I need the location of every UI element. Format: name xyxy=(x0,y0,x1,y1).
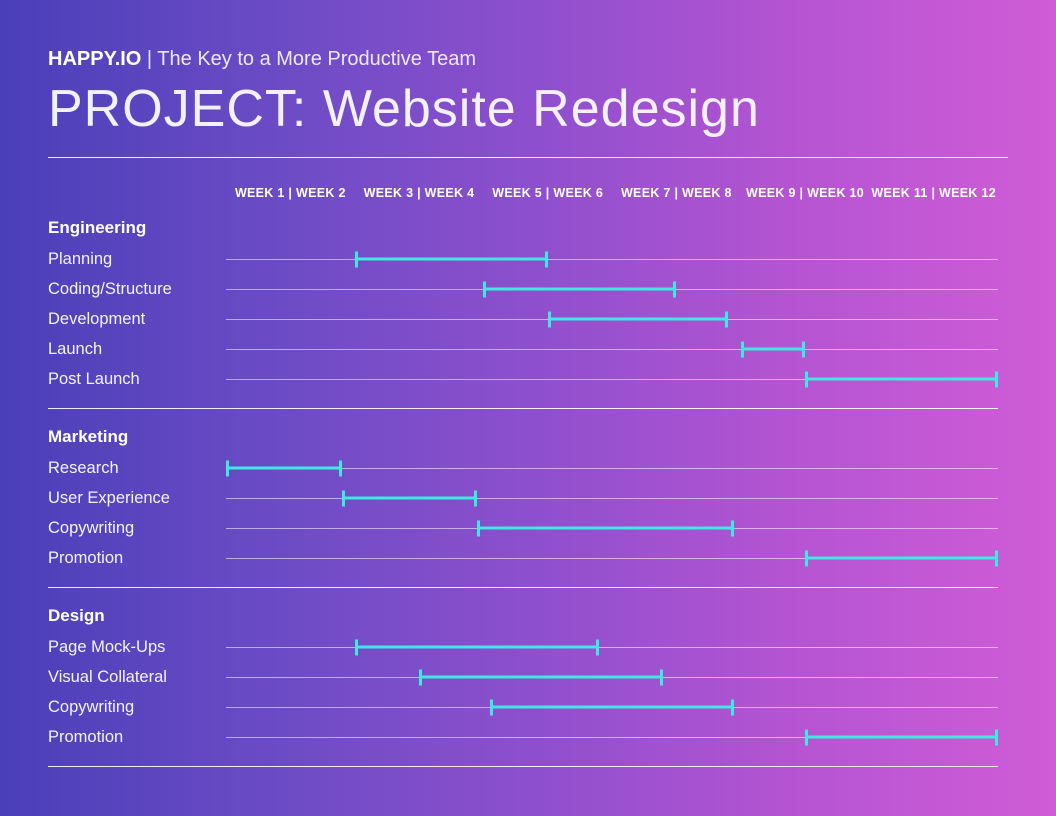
group-header: Engineering xyxy=(48,218,998,238)
group-divider xyxy=(48,766,998,767)
task-track xyxy=(226,244,998,274)
task-label: Coding/Structure xyxy=(48,280,226,299)
project-title: PROJECT: Website Redesign xyxy=(48,79,1008,139)
task-label: Launch xyxy=(48,340,226,359)
task-row: User Experience xyxy=(48,483,998,513)
task-row: Post Launch xyxy=(48,364,998,394)
task-row: Copywriting xyxy=(48,692,998,722)
track-baseline xyxy=(226,468,998,469)
project-name: Website Redesign xyxy=(323,80,760,138)
group-header: Marketing xyxy=(48,427,998,447)
gantt-bar xyxy=(805,378,998,381)
task-track xyxy=(226,543,998,573)
gantt-bar xyxy=(342,497,477,500)
task-label: User Experience xyxy=(48,489,226,508)
task-label: Promotion xyxy=(48,549,226,568)
task-label: Planning xyxy=(48,250,226,269)
task-label: Promotion xyxy=(48,728,226,747)
timeline-column: WEEK 1 | WEEK 2 xyxy=(226,186,355,200)
group-header: Design xyxy=(48,606,998,626)
gantt-bar xyxy=(477,527,734,530)
task-row: Page Mock-Ups xyxy=(48,632,998,662)
header-tagline: HAPPY.IO | The Key to a More Productive … xyxy=(48,48,1008,71)
task-label: Post Launch xyxy=(48,370,226,389)
project-label: PROJECT: xyxy=(48,80,323,138)
gantt-bar xyxy=(419,676,663,679)
gantt-bar xyxy=(805,736,998,739)
gantt-bar xyxy=(355,258,548,261)
timeline-column: WEEK 9 | WEEK 10 xyxy=(741,186,870,200)
track-baseline xyxy=(226,259,998,260)
gantt-bar xyxy=(805,557,998,560)
gantt-chart: WEEK 1 | WEEK 2WEEK 3 | WEEK 4WEEK 5 | W… xyxy=(48,186,998,767)
gantt-bar xyxy=(741,348,805,351)
task-row: Promotion xyxy=(48,722,998,752)
task-label: Visual Collateral xyxy=(48,668,226,687)
brand-name: HAPPY.IO xyxy=(48,48,141,70)
track-baseline xyxy=(226,647,998,648)
task-row: Promotion xyxy=(48,543,998,573)
gantt-bar xyxy=(226,467,342,470)
timeline-column: WEEK 3 | WEEK 4 xyxy=(355,186,484,200)
task-row: Launch xyxy=(48,334,998,364)
task-track xyxy=(226,722,998,752)
task-track xyxy=(226,274,998,304)
gantt-bar xyxy=(548,318,728,321)
task-track xyxy=(226,513,998,543)
group-divider xyxy=(48,587,998,588)
task-track xyxy=(226,632,998,662)
timeline-header: WEEK 1 | WEEK 2WEEK 3 | WEEK 4WEEK 5 | W… xyxy=(48,186,998,200)
task-row: Coding/Structure xyxy=(48,274,998,304)
task-row: Planning xyxy=(48,244,998,274)
task-label: Page Mock-Ups xyxy=(48,638,226,657)
group-divider xyxy=(48,408,998,409)
task-row: Visual Collateral xyxy=(48,662,998,692)
task-track xyxy=(226,364,998,394)
task-track xyxy=(226,692,998,722)
task-label: Copywriting xyxy=(48,519,226,538)
timeline-column: WEEK 11 | WEEK 12 xyxy=(869,186,998,200)
tagline-text: | The Key to a More Productive Team xyxy=(141,48,476,70)
track-baseline xyxy=(226,349,998,350)
gantt-bar xyxy=(490,706,734,709)
task-track xyxy=(226,304,998,334)
task-track xyxy=(226,483,998,513)
task-track xyxy=(226,453,998,483)
task-label: Copywriting xyxy=(48,698,226,717)
task-track xyxy=(226,662,998,692)
task-row: Copywriting xyxy=(48,513,998,543)
gantt-bar xyxy=(483,288,676,291)
task-row: Development xyxy=(48,304,998,334)
task-label: Research xyxy=(48,459,226,478)
title-divider xyxy=(48,157,1008,158)
gantt-bar xyxy=(355,646,599,649)
timeline-column: WEEK 7 | WEEK 8 xyxy=(612,186,741,200)
task-track xyxy=(226,334,998,364)
timeline-column: WEEK 5 | WEEK 6 xyxy=(483,186,612,200)
task-row: Research xyxy=(48,453,998,483)
task-label: Development xyxy=(48,310,226,329)
